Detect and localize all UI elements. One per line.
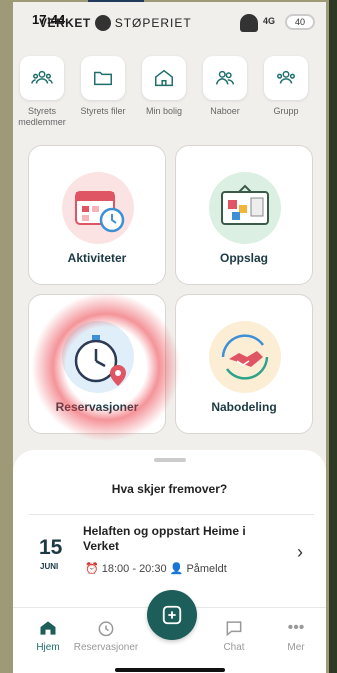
- more-icon: •••: [287, 619, 305, 636]
- upcoming-title: Hva skjer fremover?: [111, 482, 228, 496]
- status-bar: 17:44 VERKET STØPERIET 4G 40: [13, 2, 326, 46]
- chat-icon: [226, 621, 242, 637]
- handshake-illustration: [209, 321, 281, 393]
- card-label: Aktiviteter: [67, 251, 127, 265]
- card-label: Reservasjoner: [55, 400, 139, 414]
- card-sharing[interactable]: Nabodeling: [175, 294, 313, 434]
- quick-link-label: Grupp: [273, 106, 299, 116]
- board-illustration: [209, 172, 281, 244]
- create-button[interactable]: [147, 590, 197, 640]
- quick-link-label: Naboer: [210, 106, 240, 116]
- quick-link-my-home[interactable]: Min bolig: [135, 56, 193, 117]
- brand-sub: STØPERIET: [114, 16, 192, 30]
- event-day: 15: [39, 536, 63, 559]
- brand-name: VERKET: [39, 16, 91, 30]
- divider: [29, 514, 314, 515]
- home-icon: [155, 69, 173, 87]
- quick-link-label: Styrets medlemmer: [18, 106, 66, 127]
- quick-link-label: Min bolig: [145, 106, 183, 116]
- group-icon: [277, 70, 295, 84]
- tab-label: Mer: [287, 642, 305, 653]
- notification-bell-icon[interactable]: [240, 14, 258, 32]
- battery-indicator: 40: [285, 14, 315, 30]
- device-frame-right: [329, 0, 337, 673]
- plus-icon: [162, 605, 182, 625]
- people-icon: [31, 70, 53, 84]
- sheet-drag-handle[interactable]: [154, 458, 186, 462]
- tab-label: Reservasjoner: [73, 642, 139, 653]
- event-row[interactable]: 15 JUNI Helaften og oppstart Heime i Ver…: [13, 520, 326, 590]
- tab-reservations[interactable]: Reservasjoner: [71, 618, 141, 653]
- event-meta: ⏰ 18:00 - 20:30 👤 Påmeldt: [85, 562, 227, 575]
- quick-link-groups[interactable]: Grupp: [257, 56, 315, 117]
- card-label: Nabodeling: [211, 400, 277, 414]
- quick-link-neighbors[interactable]: Naboer: [196, 56, 254, 117]
- quick-link-board-files[interactable]: Styrets filer: [74, 56, 132, 117]
- clock-icon: [98, 621, 114, 637]
- signal-strength: 4G: [263, 16, 276, 26]
- card-activities[interactable]: Aktiviteter: [28, 145, 166, 285]
- tab-chat[interactable]: Chat: [199, 618, 269, 653]
- home-indicator: [115, 668, 225, 672]
- phone-screen: 17:44 VERKET STØPERIET 4G 40 Styrets med…: [13, 2, 326, 673]
- card-reservations[interactable]: Reservasjoner: [28, 294, 166, 434]
- home-icon: [40, 621, 56, 635]
- folder-icon: [94, 71, 112, 86]
- person-icon: 👤: [169, 563, 184, 575]
- tab-more[interactable]: ••• Mer: [261, 618, 326, 653]
- brand-logo[interactable]: VERKET STØPERIET: [39, 15, 192, 31]
- brand-mark-icon: [94, 15, 111, 31]
- stopwatch-illustration: [62, 321, 134, 393]
- quick-link-board-members[interactable]: Styrets medlemmer: [13, 56, 71, 128]
- tab-label: Chat: [223, 642, 245, 653]
- event-title: Helaften og oppstart Heime i Verket: [83, 524, 246, 553]
- quick-links-row: Styrets medlemmer Styrets filer Min boli…: [13, 56, 326, 128]
- alarm-clock-icon: ⏰: [85, 563, 99, 575]
- card-label: Oppslag: [219, 251, 268, 265]
- chevron-right-icon: ›: [297, 542, 303, 562]
- event-status: Påmeldt: [186, 563, 227, 575]
- calendar-illustration: [62, 172, 134, 244]
- event-month: JUNI: [40, 562, 59, 571]
- quick-link-label: Styrets filer: [80, 106, 126, 116]
- card-notices[interactable]: Oppslag: [175, 145, 313, 285]
- event-time: 18:00 - 20:30: [101, 563, 167, 575]
- neighbors-icon: [216, 70, 234, 85]
